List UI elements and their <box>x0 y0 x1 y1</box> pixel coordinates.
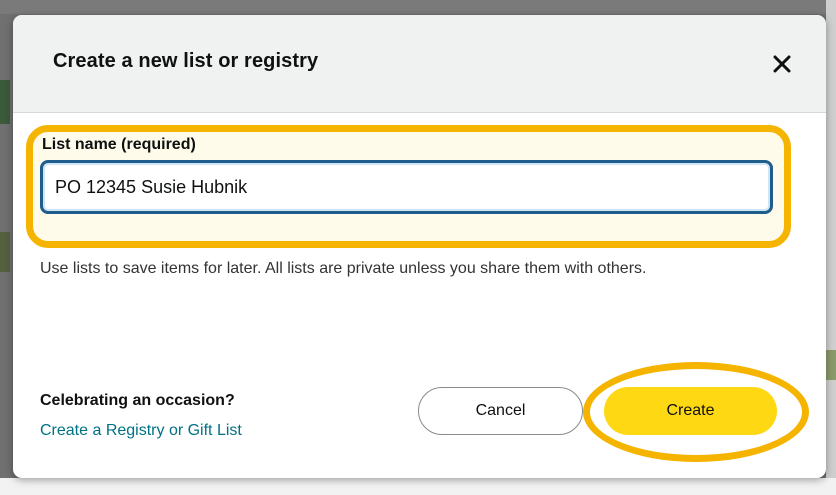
list-name-input[interactable] <box>40 160 773 214</box>
backdrop-edge <box>0 232 10 272</box>
create-button[interactable]: Create <box>604 387 777 435</box>
backdrop-edge <box>826 350 836 380</box>
backdrop-edge <box>826 0 836 495</box>
dialog-title: Create a new list or registry <box>53 50 319 72</box>
list-name-label: List name (required) <box>42 136 196 153</box>
close-icon <box>773 55 791 73</box>
backdrop-edge <box>0 80 10 124</box>
backdrop-top-strip <box>0 0 836 14</box>
close-button[interactable] <box>767 49 797 79</box>
dialog-header: Create a new list or registry <box>13 15 826 113</box>
create-registry-link[interactable]: Create a Registry or Gift List <box>40 422 242 440</box>
helper-text: Use lists to save items for later. All l… <box>40 260 647 277</box>
backdrop-bottom-strip <box>0 478 836 495</box>
occasion-title: Celebrating an occasion? <box>40 392 235 409</box>
cancel-button[interactable]: Cancel <box>418 387 583 435</box>
